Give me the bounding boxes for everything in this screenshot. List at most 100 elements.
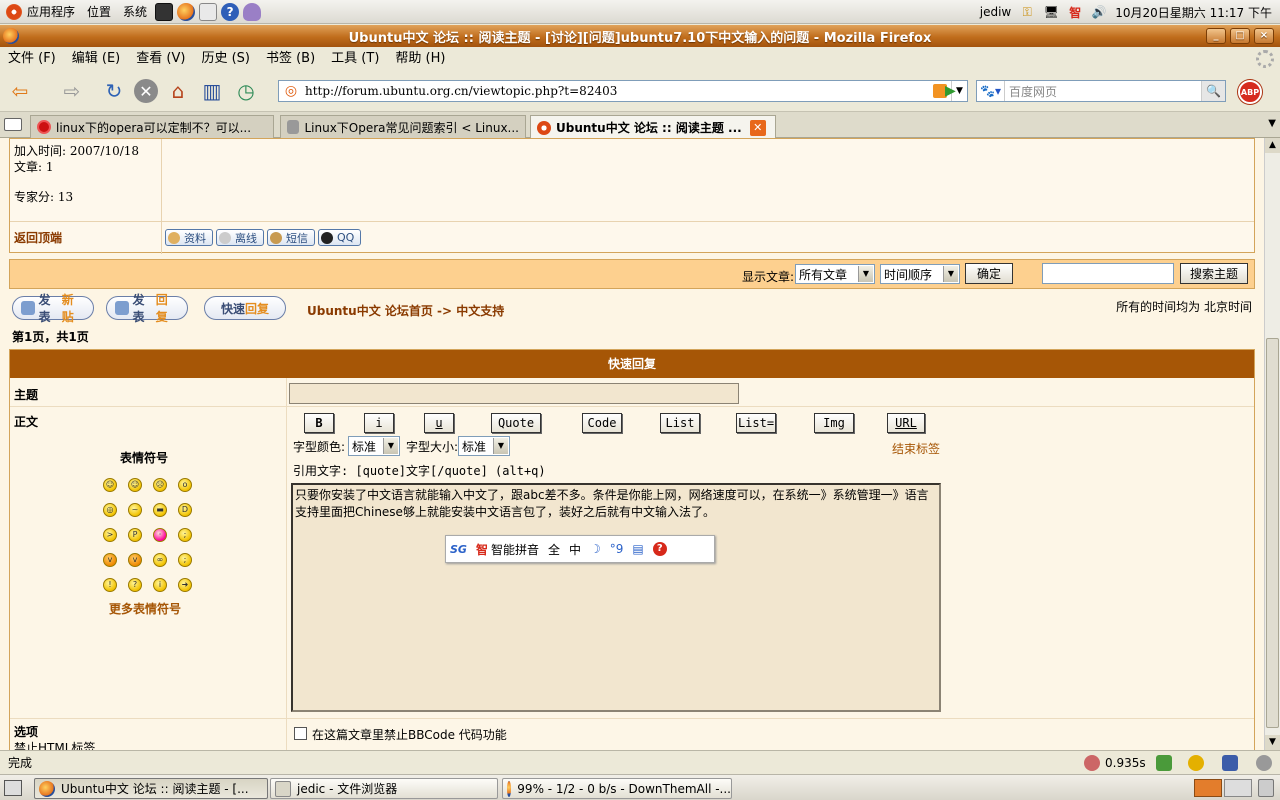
- smiley-smile-icon[interactable]: ☺: [128, 478, 142, 492]
- go-icon[interactable]: ▶: [945, 83, 956, 99]
- bbcode-italic-button[interactable]: i: [364, 413, 394, 433]
- smiley-sad-icon[interactable]: ☹: [153, 478, 167, 492]
- adblock-plus-icon[interactable]: ABP: [1238, 80, 1262, 104]
- menu-tools[interactable]: 工具 (T): [323, 47, 387, 71]
- menu-history[interactable]: 历史 (S): [193, 47, 258, 71]
- bbcode-code-button[interactable]: Code: [582, 413, 622, 433]
- smiley-cool-icon[interactable]: ▬: [153, 503, 167, 517]
- chinese-mode-toggle[interactable]: 中: [569, 541, 581, 558]
- help-icon[interactable]: ?: [652, 542, 667, 556]
- smiley-confused-icon[interactable]: ~: [128, 503, 142, 517]
- addon-green-icon[interactable]: [1156, 755, 1172, 771]
- network-icon[interactable]: 🖥: [1043, 4, 1059, 20]
- bbcode-img-button[interactable]: Img: [814, 413, 854, 433]
- pm-button[interactable]: 短信: [267, 229, 315, 246]
- trash-icon[interactable]: [1258, 779, 1274, 797]
- smiley-laugh-icon[interactable]: D: [178, 503, 192, 517]
- smiley-idea-icon[interactable]: i: [153, 578, 167, 592]
- pidgin-launcher-icon[interactable]: [243, 2, 262, 21]
- search-placeholder[interactable]: 百度网页: [1005, 83, 1201, 100]
- message-text[interactable]: 只要你安装了中文语言就能输入中文了，跟abc差不多。条件是你能上网，网络速度可以…: [295, 488, 929, 519]
- smiley-question-icon[interactable]: ?: [128, 578, 142, 592]
- smiley-mad-icon[interactable]: >: [103, 528, 117, 542]
- bbcode-underline-button[interactable]: u: [424, 413, 454, 433]
- smiley-evil-icon[interactable]: v: [103, 553, 117, 567]
- smiley-wink-icon[interactable]: ;: [178, 553, 192, 567]
- close-tab-icon[interactable]: ✕: [749, 119, 766, 136]
- search-topic-button[interactable]: 搜索主题: [1180, 263, 1248, 284]
- post-order-select[interactable]: 时间顺序 ▼: [880, 264, 960, 284]
- email-launcher-icon[interactable]: [199, 2, 218, 21]
- firefox-window-icon[interactable]: [3, 28, 19, 44]
- bbcode-list-ordered-button[interactable]: List=: [736, 413, 776, 433]
- confirm-button[interactable]: 确定: [965, 263, 1013, 284]
- post-reply-button[interactable]: 发表 回复: [106, 293, 188, 324]
- filmstrip-icon[interactable]: [1222, 755, 1238, 771]
- show-desktop-icon[interactable]: [4, 780, 22, 796]
- scrollbar-thumb[interactable]: [1266, 338, 1279, 728]
- menu-view[interactable]: 查看 (V): [128, 47, 193, 71]
- taskbar-downthemall[interactable]: 99% - 1/2 - 0 b/s - DownThemAll -...: [502, 778, 732, 799]
- vertical-scrollbar[interactable]: ▲ ▼: [1264, 138, 1280, 750]
- qq-button[interactable]: QQ: [318, 229, 362, 246]
- tab-ubuntu-forum[interactable]: Ubuntu中文 论坛 :: 阅读主题 ... ✕: [530, 115, 776, 139]
- home-icon[interactable]: ⌂: [164, 77, 192, 105]
- search-bar[interactable]: 🐾▾ 百度网页 🔍: [976, 80, 1226, 102]
- volume-icon[interactable]: 🔊: [1091, 4, 1107, 20]
- back-icon[interactable]: ⇦: [6, 77, 34, 105]
- close-window-button[interactable]: ×: [1254, 28, 1274, 44]
- places-menu[interactable]: 位置: [81, 0, 117, 24]
- sogou-logo-icon[interactable]: SG: [450, 543, 467, 556]
- smiley-addon-icon[interactable]: [1188, 755, 1204, 771]
- stop-icon[interactable]: ✕: [134, 79, 158, 103]
- disable-bbcode-checkbox[interactable]: [294, 727, 307, 740]
- smiley-razz-icon[interactable]: P: [128, 528, 142, 542]
- bbcode-quote-button[interactable]: Quote: [491, 413, 541, 433]
- menu-edit[interactable]: 编辑 (E): [64, 47, 129, 71]
- tab-opera-customize[interactable]: linux下的opera可以定制不？可以...: [30, 115, 274, 138]
- font-color-select[interactable]: 标准 ▼: [348, 436, 400, 456]
- font-size-select[interactable]: 标准 ▼: [458, 436, 510, 456]
- url-bar[interactable]: ◎ http://forum.ubuntu.org.cn/viewtopic.p…: [278, 80, 968, 102]
- smiley-surprised-icon[interactable]: o: [178, 478, 192, 492]
- smiley-twisted-icon[interactable]: v: [128, 553, 142, 567]
- new-tab-icon[interactable]: [4, 118, 22, 131]
- profile-button[interactable]: 资料: [165, 229, 213, 246]
- smiley-embarrassed-icon[interactable]: ·: [153, 528, 167, 542]
- status-right-icon[interactable]: [1256, 755, 1272, 771]
- full-width-toggle[interactable]: 全: [548, 541, 560, 558]
- menu-file[interactable]: 文件 (F): [0, 47, 64, 71]
- menu-help[interactable]: 帮助 (H): [387, 47, 453, 71]
- bookmark-page-icon[interactable]: ▥: [198, 77, 226, 105]
- bbcode-bold-button[interactable]: B: [304, 413, 334, 433]
- url-text[interactable]: http://forum.ubuntu.org.cn/viewtopic.php…: [305, 84, 933, 98]
- applications-menu[interactable]: 应用程序: [0, 0, 81, 24]
- taskbar-firefox[interactable]: Ubuntu中文 论坛 :: 阅读主题 - [...: [34, 778, 268, 799]
- smiley-shocked-icon[interactable]: ◎: [103, 503, 117, 517]
- workspace-2[interactable]: [1224, 779, 1252, 797]
- subject-input[interactable]: [289, 383, 739, 404]
- help-launcher-icon[interactable]: ?: [221, 2, 240, 21]
- punctuation-icon[interactable]: °9: [610, 542, 624, 556]
- forward-icon[interactable]: ⇨: [58, 77, 86, 105]
- minimize-button[interactable]: _: [1206, 28, 1226, 44]
- smiley-rolleyes-icon[interactable]: ∞: [153, 553, 167, 567]
- soft-keyboard-icon[interactable]: ▤: [632, 542, 643, 556]
- breadcrumb[interactable]: Ubuntu中文 论坛首页 -> 中文支持: [307, 302, 504, 319]
- ime-mode-icon[interactable]: 智: [476, 541, 488, 558]
- topic-search-input[interactable]: [1042, 263, 1174, 284]
- ime-indicator-icon[interactable]: 智: [1067, 4, 1083, 20]
- offline-button[interactable]: 离线: [216, 229, 264, 246]
- smiley-cry-icon[interactable]: ;: [178, 528, 192, 542]
- post-filter-select[interactable]: 所有文章 ▼: [795, 264, 875, 284]
- moon-icon[interactable]: ☽: [590, 542, 601, 556]
- ime-toolbar[interactable]: SG 智 智能拼音 全 中 ☽ °9 ▤ ?: [445, 535, 715, 563]
- ime-name[interactable]: 智能拼音: [491, 541, 539, 558]
- baidu-engine-icon[interactable]: 🐾▾: [977, 81, 1005, 101]
- history-clock-icon[interactable]: ◷: [232, 77, 260, 105]
- close-tags-link[interactable]: 结束标签: [892, 440, 940, 457]
- tab-list-dropdown-icon[interactable]: ▼: [1268, 118, 1276, 129]
- tab-opera-faq[interactable]: Linux下Opera常见问题索引 < Linux...: [280, 115, 526, 138]
- window-titlebar[interactable]: Ubuntu中文 论坛 :: 阅读主题 - [讨论][问题]ubuntu7.10…: [0, 25, 1280, 47]
- smiley-grin-icon[interactable]: ☺: [103, 478, 117, 492]
